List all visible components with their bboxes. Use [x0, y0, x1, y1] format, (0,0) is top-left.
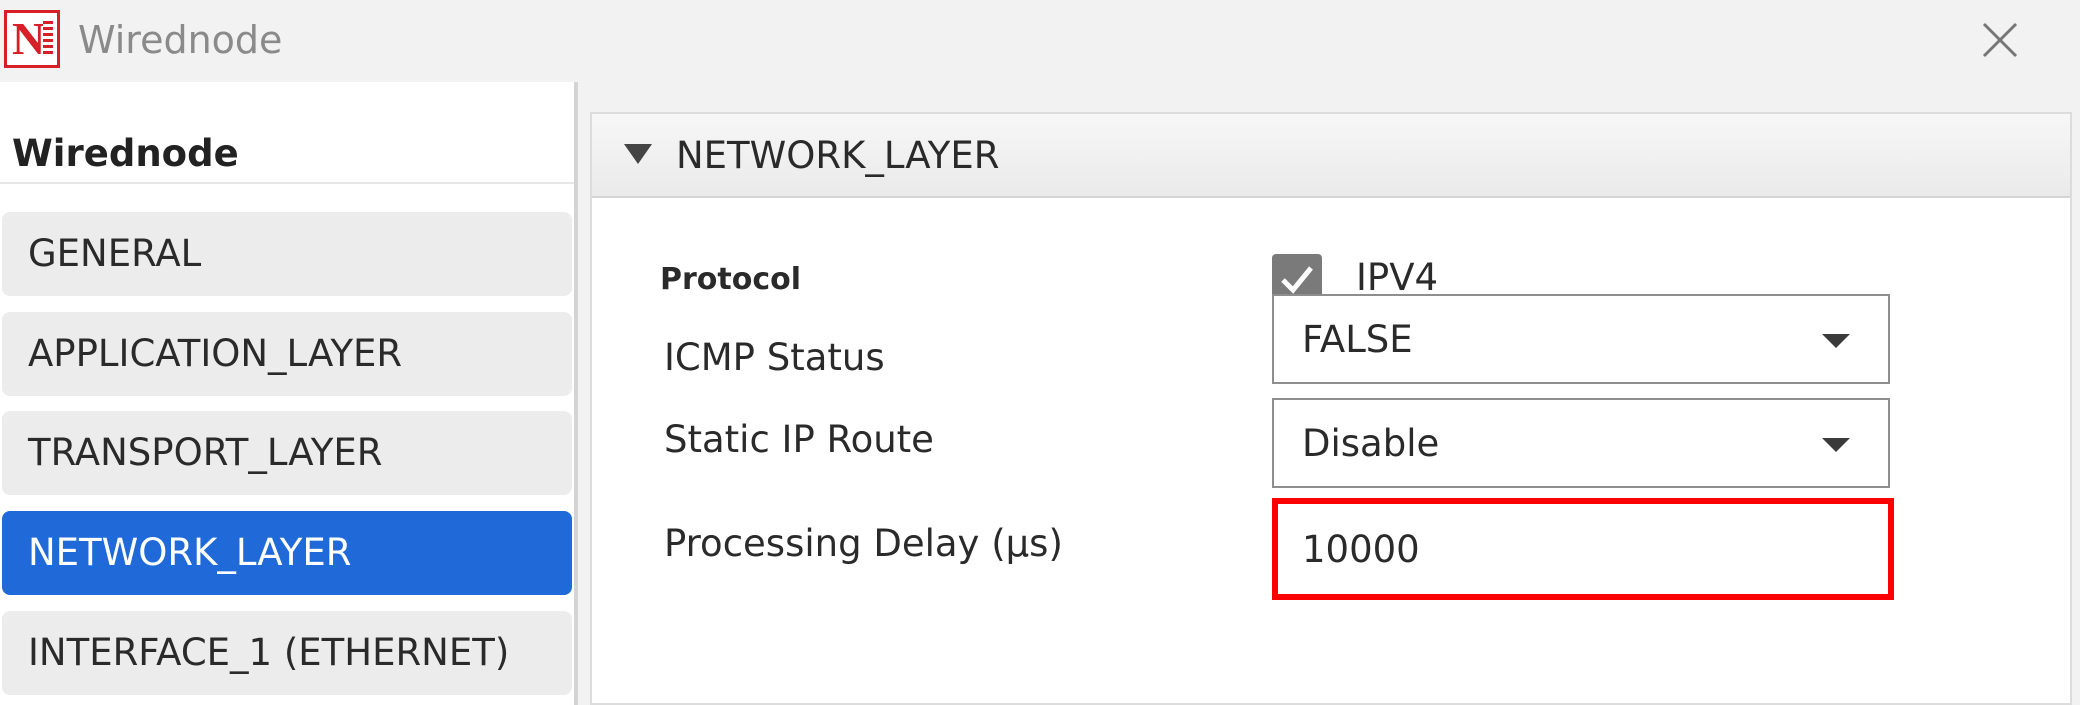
sidebar-item-transport-layer[interactable]: TRANSPORT_LAYER	[2, 411, 572, 495]
properties-panel: NETWORK_LAYER Protocol IPV4 ICMP Status …	[578, 82, 2080, 705]
section-header[interactable]: NETWORK_LAYER	[592, 114, 2070, 198]
netsim-logo-icon: N	[4, 10, 60, 68]
sidebar-item-general[interactable]: GENERAL	[2, 212, 572, 296]
triangle-down-icon[interactable]	[624, 144, 652, 164]
network-layer-section: NETWORK_LAYER Protocol IPV4 ICMP Status …	[590, 112, 2072, 705]
chevron-down-icon	[1822, 334, 1850, 348]
processing-delay-input[interactable]	[1272, 498, 1894, 600]
sidebar-item-network-layer[interactable]: NETWORK_LAYER	[2, 511, 572, 595]
title-bar: N Wirednode	[0, 0, 2080, 82]
close-icon[interactable]	[1976, 16, 2024, 64]
static-ip-route-select[interactable]: Disable	[1272, 398, 1890, 488]
static-ip-route-label: Static IP Route	[664, 418, 934, 461]
section-title: NETWORK_LAYER	[676, 134, 1000, 177]
sidebar: Wirednode GENERAL APPLICATION_LAYER TRAN…	[0, 82, 576, 705]
chevron-down-icon	[1822, 438, 1850, 452]
sidebar-heading: Wirednode	[12, 132, 239, 175]
checkmark-icon	[1281, 266, 1313, 294]
icmp-status-value: FALSE	[1302, 318, 1413, 361]
sidebar-item-interface-1-ethernet[interactable]: INTERFACE_1 (ETHERNET)	[2, 611, 572, 695]
window-title: Wirednode	[78, 18, 283, 62]
static-ip-route-value: Disable	[1302, 422, 1440, 465]
icmp-status-label: ICMP Status	[664, 336, 885, 379]
sidebar-item-application-layer[interactable]: APPLICATION_LAYER	[2, 312, 572, 396]
icmp-status-select[interactable]: FALSE	[1272, 294, 1890, 384]
protocol-label: Protocol	[660, 262, 802, 297]
processing-delay-label: Processing Delay (µs)	[664, 522, 1063, 565]
divider	[0, 182, 576, 184]
